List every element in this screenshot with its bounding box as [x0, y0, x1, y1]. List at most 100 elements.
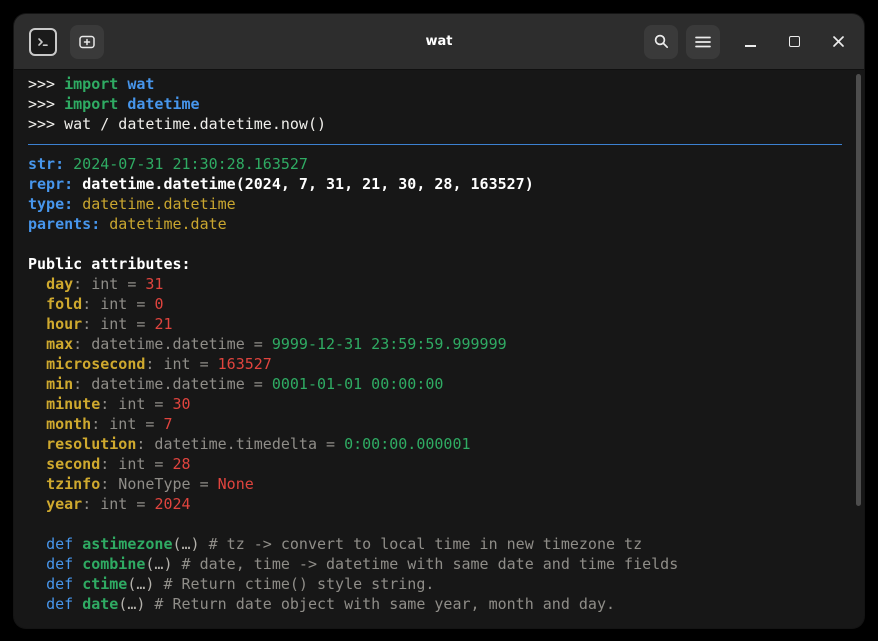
terminal-line: type: datetime.datetime [28, 194, 842, 214]
terminal-text-span: : datetime.datetime = [73, 335, 272, 353]
terminal-text-span [73, 175, 82, 193]
scrollbar-thumb[interactable] [856, 74, 861, 506]
terminal-text-span: >>> [28, 95, 64, 113]
terminal-text-span [28, 455, 46, 473]
terminal-line: repr: datetime.datetime(2024, 7, 31, 21,… [28, 174, 842, 194]
terminal-screen[interactable]: >>> import wat>>> import datetime>>> wat… [14, 70, 864, 628]
terminal-text-span: tzinfo [46, 475, 100, 493]
terminal-text-span: resolution [46, 435, 136, 453]
terminal-line: year: int = 2024 [28, 494, 842, 514]
terminal-text-span [28, 275, 46, 293]
terminal-text-span: (…) [145, 555, 172, 573]
terminal-text-span [28, 315, 46, 333]
terminal-text-span: day [46, 275, 73, 293]
terminal-text-span: (…) [118, 595, 145, 613]
terminal-text-span: # date, time -> datetime with same date … [173, 555, 679, 573]
terminal-text-span: def [46, 575, 82, 593]
terminal-line: min: datetime.datetime = 0001-01-01 00:0… [28, 374, 842, 394]
terminal-text-span: 7 [163, 415, 172, 433]
search-button[interactable] [644, 25, 678, 59]
terminal-text-span: 9999-12-31 23:59:59.999999 [272, 335, 507, 353]
new-tab-icon [78, 33, 96, 51]
terminal-text-span [28, 535, 46, 553]
terminal-text-span [118, 95, 127, 113]
terminal-text-span: combine [82, 555, 145, 573]
terminal-text-span: 163527 [218, 355, 272, 373]
terminal-text-span: max [46, 335, 73, 353]
terminal-text-span: : datetime.timedelta = [136, 435, 344, 453]
terminal-line: def astimezone(…) # tz -> convert to loc… [28, 534, 842, 554]
terminal-line: fold: int = 0 [28, 294, 842, 314]
maximize-button[interactable] [780, 28, 808, 56]
terminal-text-span: def [46, 555, 82, 573]
terminal-text-span: parents: [28, 215, 100, 233]
terminal-text-span: # Return ctime() style string. [154, 575, 434, 593]
terminal-line: microsecond: int = 163527 [28, 354, 842, 374]
terminal-text-span: date [82, 595, 118, 613]
new-tab-button[interactable] [70, 25, 104, 59]
terminal-line: hour: int = 21 [28, 314, 842, 334]
terminal-text-span: 0 [154, 295, 163, 313]
terminal-text-span: >>> [28, 75, 64, 93]
terminal-text-span: ctime [82, 575, 127, 593]
terminal-text-span: Public attributes: [28, 255, 191, 273]
minimize-icon [745, 45, 756, 47]
terminal-line: second: int = 28 [28, 454, 842, 474]
terminal-text-span: >>> wat / datetime.datetime.now() [28, 115, 326, 133]
terminal-text-span: : NoneType = [100, 475, 217, 493]
app-button [26, 25, 60, 59]
search-icon [653, 33, 670, 50]
terminal-text-span: hour [46, 315, 82, 333]
terminal-text-span: datetime.datetime(2024, 7, 31, 21, 30, 2… [82, 175, 534, 193]
terminal-text-span [64, 155, 73, 173]
terminal-text-span: year [46, 495, 82, 513]
terminal-text-span [28, 595, 46, 613]
terminal-text-span: datetime.date [109, 215, 226, 233]
terminal-text-span: 0:00:00.000001 [344, 435, 470, 453]
terminal-output: >>> import wat>>> import datetime>>> wat… [28, 74, 842, 614]
terminal-window: wat [14, 14, 864, 628]
terminal-line: >>> import datetime [28, 94, 842, 114]
terminal-text-span: (…) [173, 535, 200, 553]
close-icon [832, 35, 845, 48]
terminal-text-span: : int = [145, 355, 217, 373]
terminal-line: >>> wat / datetime.datetime.now() [28, 114, 842, 134]
terminal-text-span [28, 435, 46, 453]
terminal-text-span: str: [28, 155, 64, 173]
terminal-text-span [28, 475, 46, 493]
terminal-text-span: import [64, 95, 118, 113]
terminal-text-span: fold [46, 295, 82, 313]
terminal-text-span [28, 375, 46, 393]
terminal-text-span [28, 415, 46, 433]
terminal-text-span: # tz -> convert to local time in new tim… [200, 535, 643, 553]
menu-button[interactable] [686, 25, 720, 59]
terminal-app-icon [29, 28, 57, 56]
terminal-text-span: : int = [82, 315, 154, 333]
terminal-line [28, 514, 842, 534]
terminal-line: day: int = 31 [28, 274, 842, 294]
titlebar-right-group [644, 25, 852, 59]
terminal-text-span: 2024 [154, 495, 190, 513]
terminal-text-span: 30 [173, 395, 191, 413]
terminal-text-span: type: [28, 195, 73, 213]
terminal-text-span [28, 335, 46, 353]
terminal-text-span: import [64, 75, 118, 93]
terminal-line: tzinfo: NoneType = None [28, 474, 842, 494]
terminal-line: max: datetime.datetime = 9999-12-31 23:5… [28, 334, 842, 354]
terminal-line: minute: int = 30 [28, 394, 842, 414]
menu-icon [695, 36, 711, 48]
terminal-text-span: 21 [154, 315, 172, 333]
terminal-text-span: wat [127, 75, 154, 93]
terminal-text-span: min [46, 375, 73, 393]
terminal-text-span: repr: [28, 175, 73, 193]
maximize-icon [789, 36, 800, 47]
output-separator [28, 134, 842, 154]
terminal-text-span: None [218, 475, 254, 493]
terminal-text-span: month [46, 415, 91, 433]
terminal-text-span: 0001-01-01 00:00:00 [272, 375, 444, 393]
minimize-button[interactable] [736, 28, 764, 56]
terminal-text-span: astimezone [82, 535, 172, 553]
terminal-text-span: datetime.datetime [82, 195, 236, 213]
terminal-text-span: # Return date object with same year, mon… [145, 595, 615, 613]
close-button[interactable] [824, 28, 852, 56]
